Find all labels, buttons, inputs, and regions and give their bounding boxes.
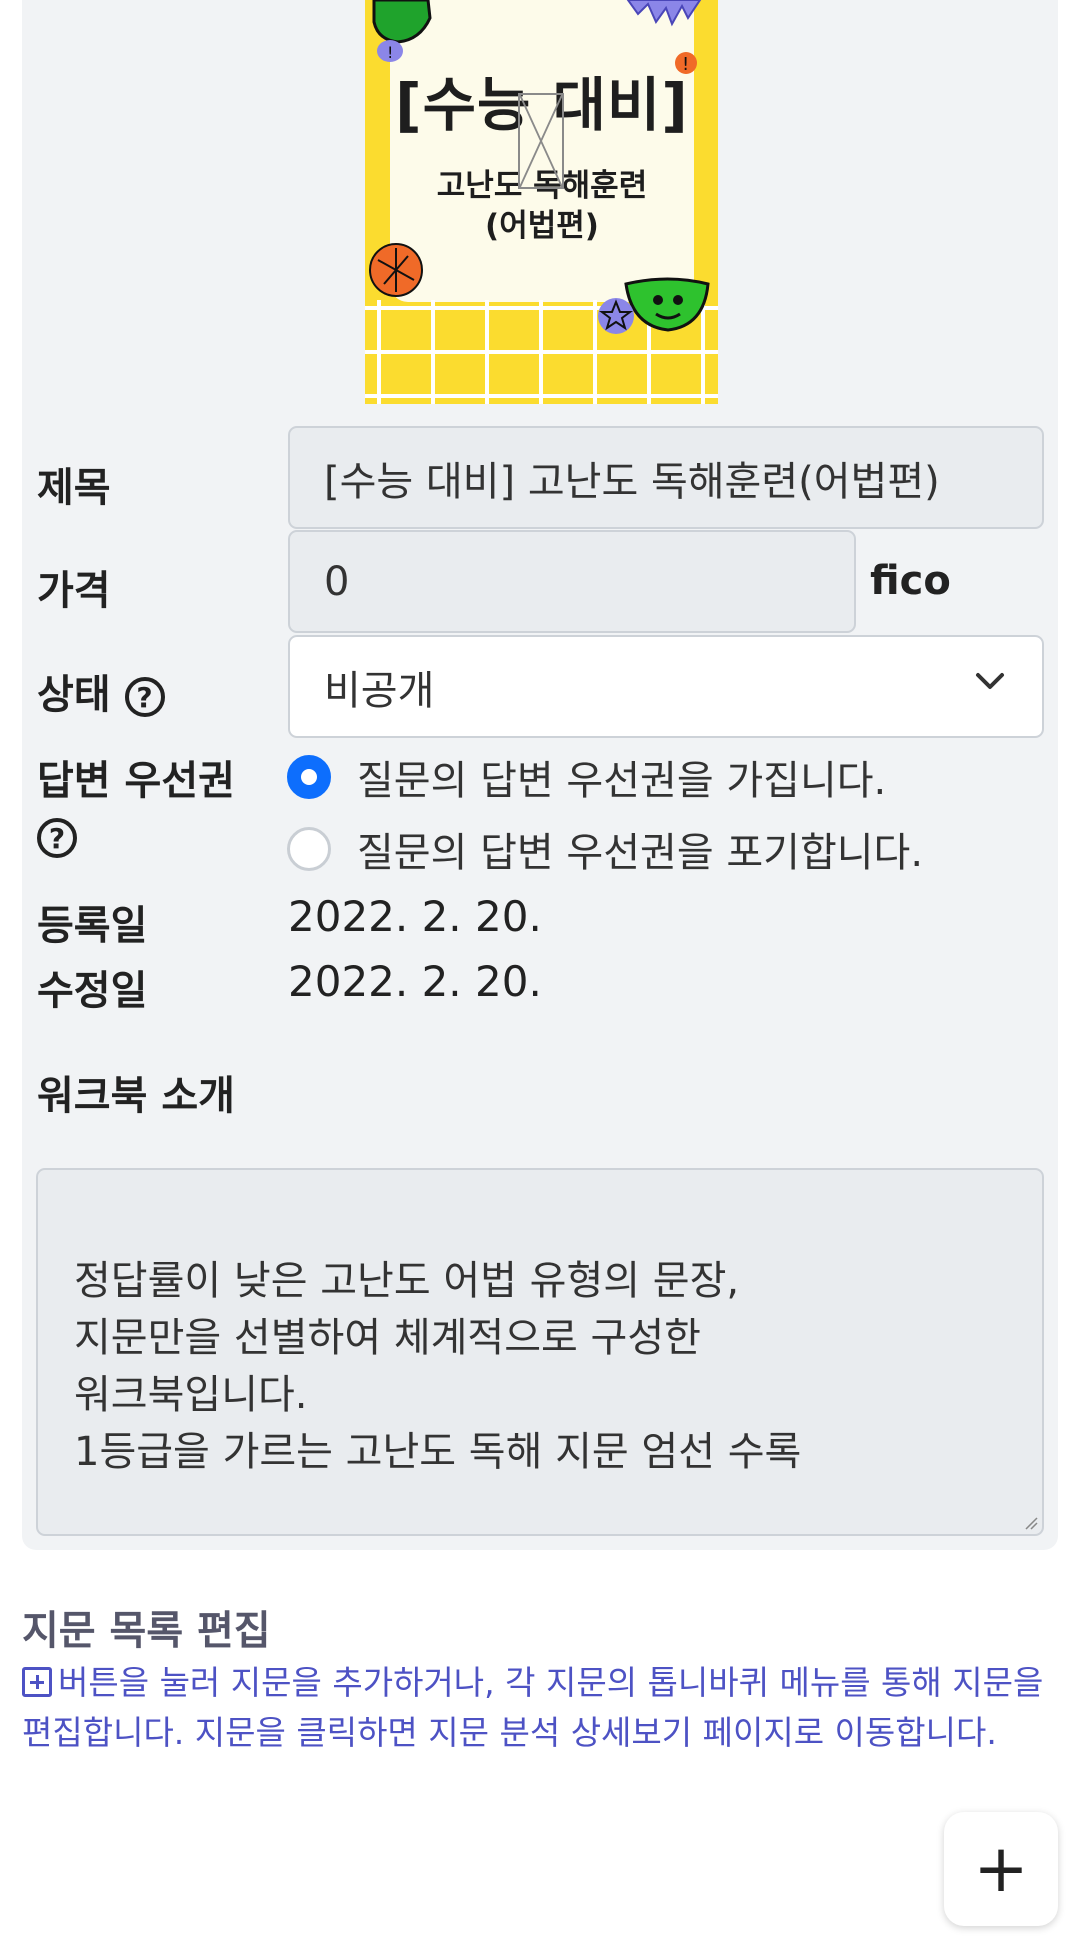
title-label: 제목 <box>37 465 111 511</box>
status-select[interactable]: 비공개 <box>288 635 1044 738</box>
exclamation-sticker-icon: ! <box>675 52 697 75</box>
add-passage-button[interactable]: + <box>944 1812 1058 1926</box>
resize-handle-icon[interactable] <box>1024 1516 1038 1530</box>
price-unit: fico <box>870 558 951 604</box>
star-sticker-icon <box>598 298 634 334</box>
status-label: 상태 ? <box>37 662 165 720</box>
priority-option-keep[interactable]: 질문의 답변 우선권을 가집니다. <box>287 748 886 806</box>
exclamation-bubble-icon: ! <box>377 40 403 62</box>
plus-square-icon <box>22 1667 52 1697</box>
modified-label: 수정일 <box>37 968 148 1014</box>
intro-textarea[interactable]: 정답률이 낮은 고난도 어법 유형의 문장, 지문만을 선별하여 체계적으로 구… <box>36 1168 1044 1536</box>
priority-label: 답변 우선권 <box>37 758 235 804</box>
sun-sticker-icon <box>626 0 702 27</box>
priority-help-icon[interactable]: ? <box>37 818 77 858</box>
priority-option-waive[interactable]: 질문의 답변 우선권을 포기합니다. <box>287 820 923 878</box>
registered-date: 2022. 2. 20. <box>288 892 542 941</box>
intro-label: 워크북 소개 <box>37 1073 235 1119</box>
broken-image-icon <box>518 93 564 189</box>
svg-text:!: ! <box>387 43 393 62</box>
registered-label: 등록일 <box>37 903 148 949</box>
chevron-down-icon <box>976 673 1004 689</box>
modified-date: 2022. 2. 20. <box>288 957 542 1006</box>
smiling-watermelon-sticker-icon <box>624 277 710 332</box>
passage-list-edit-description: 버튼을 눌러 지문을 추가하거나, 각 지문의 톱니바퀴 메뉴를 통해 지문을 … <box>22 1663 1044 1752</box>
svg-text:!: ! <box>682 54 689 75</box>
status-help-icon[interactable]: ? <box>124 677 165 717</box>
radio-unselected[interactable] <box>287 827 331 871</box>
passage-list-edit-title: 지문 목록 편집 <box>22 1608 271 1654</box>
price-label: 가격 <box>37 568 111 614</box>
basketball-sticker-icon <box>369 243 423 297</box>
title-field: [수능 대비] 고난도 독해훈련(어법편) <box>288 426 1044 529</box>
price-field: 0 <box>288 530 856 633</box>
radio-selected[interactable] <box>287 755 331 799</box>
